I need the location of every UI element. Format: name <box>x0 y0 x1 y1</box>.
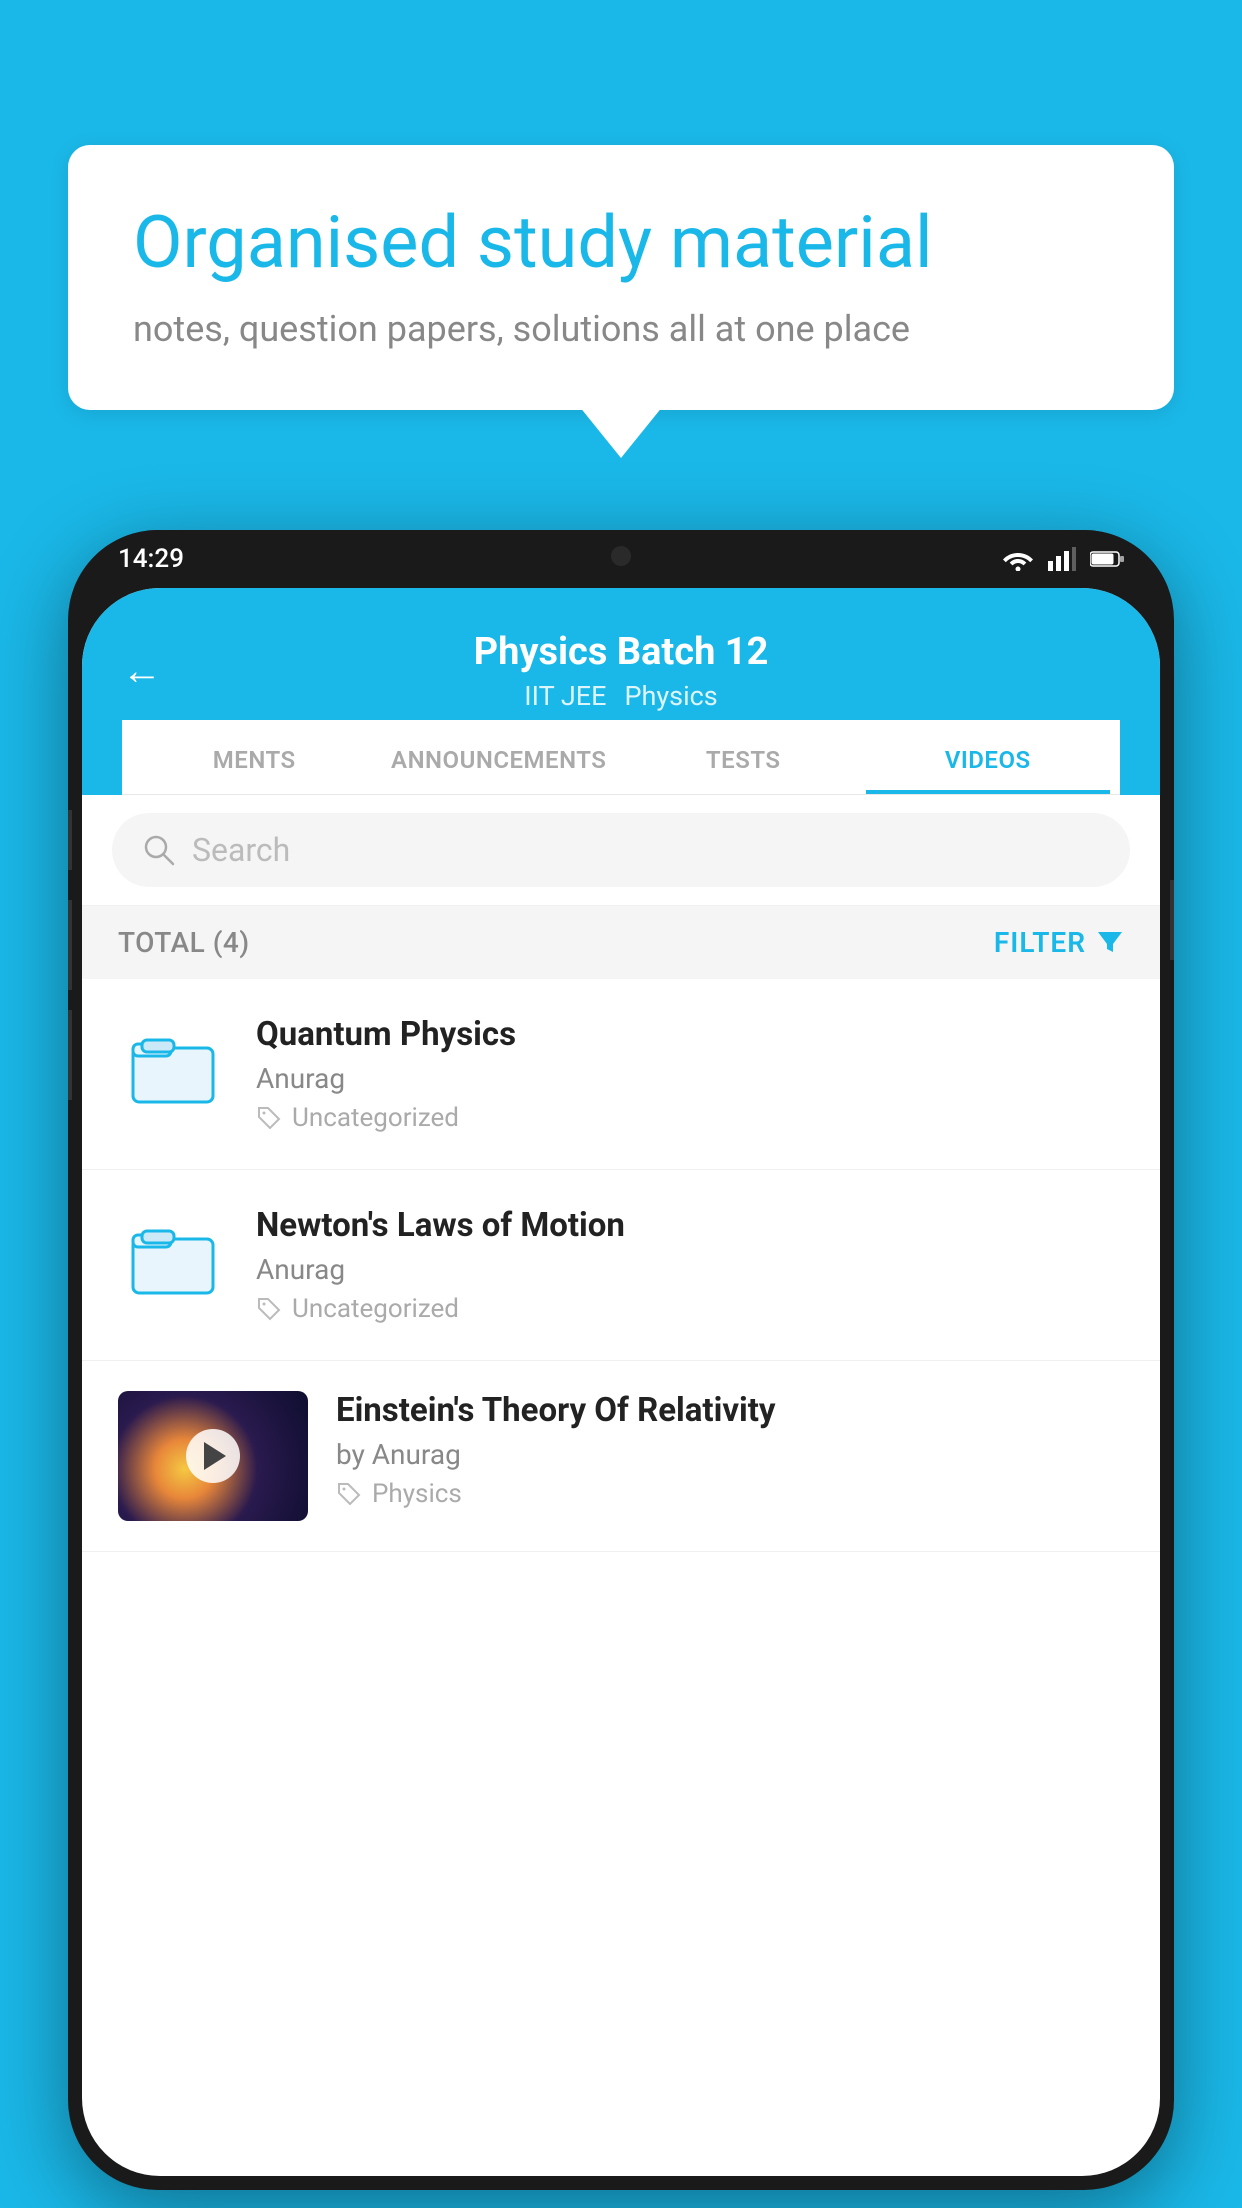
newton-tag-text: Uncategorized <box>292 1294 459 1324</box>
einstein-info: Einstein's Theory Of Relativity by Anura… <box>336 1391 1124 1509</box>
tab-videos[interactable]: VIDEOS <box>866 720 1111 794</box>
mute-button <box>68 810 72 870</box>
video-item-quantum[interactable]: Quantum Physics Anurag Uncategorized <box>82 979 1160 1170</box>
filter-button[interactable]: FILTER <box>994 926 1124 959</box>
thumbnail-bg <box>118 1391 308 1521</box>
tag-icon-quantum <box>256 1105 282 1131</box>
video-item-newton[interactable]: Newton's Laws of Motion Anurag Uncategor… <box>82 1170 1160 1361</box>
bubble-subtitle: notes, question papers, solutions all at… <box>133 308 1109 350</box>
video-list: Quantum Physics Anurag Uncategorized <box>82 979 1160 1552</box>
tag-icon-newton <box>256 1296 282 1322</box>
phone-screen: ← Physics Batch 12 IIT JEE Physics MENTS… <box>82 588 1160 2176</box>
quantum-author: Anurag <box>256 1062 1124 1095</box>
video-item-einstein[interactable]: Einstein's Theory Of Relativity by Anura… <box>82 1361 1160 1552</box>
einstein-tag-text: Physics <box>372 1479 462 1509</box>
einstein-author: by Anurag <box>336 1438 1124 1471</box>
tag-physics: Physics <box>624 680 717 712</box>
wifi-icon <box>1002 547 1034 571</box>
power-button <box>1170 880 1174 960</box>
phone-frame: 14:29 <box>68 530 1174 2190</box>
quantum-thumb <box>118 1015 228 1125</box>
tabs-bar: MENTS ANNOUNCEMENTS TESTS VIDEOS <box>122 720 1120 795</box>
total-count: TOTAL (4) <box>118 926 250 959</box>
battery-icon <box>1090 550 1124 568</box>
quantum-tag: Uncategorized <box>256 1103 1124 1133</box>
volume-up-button <box>68 900 72 990</box>
header-subtitle: IIT JEE Physics <box>474 680 769 712</box>
folder-icon-newton <box>128 1216 218 1306</box>
newton-info: Newton's Laws of Motion Anurag Uncategor… <box>256 1206 1124 1324</box>
app-header: ← Physics Batch 12 IIT JEE Physics MENTS… <box>82 588 1160 795</box>
quantum-title: Quantum Physics <box>256 1015 1124 1054</box>
notch <box>541 530 701 582</box>
speech-bubble: Organised study material notes, question… <box>68 145 1174 410</box>
filter-bar: TOTAL (4) FILTER <box>82 906 1160 979</box>
quantum-tag-text: Uncategorized <box>292 1103 459 1133</box>
quantum-info: Quantum Physics Anurag Uncategorized <box>256 1015 1124 1133</box>
volume-down-button <box>68 1010 72 1100</box>
folder-icon-quantum <box>128 1025 218 1115</box>
newton-thumb <box>118 1206 228 1316</box>
play-triangle-icon <box>204 1442 226 1470</box>
tab-announcements[interactable]: ANNOUNCEMENTS <box>377 720 622 794</box>
status-icons <box>1002 547 1124 571</box>
back-button[interactable]: ← <box>122 647 162 694</box>
play-button[interactable] <box>186 1429 240 1483</box>
camera-dot <box>611 546 631 566</box>
newton-title: Newton's Laws of Motion <box>256 1206 1124 1245</box>
einstein-thumbnail <box>118 1391 308 1521</box>
signal-icon <box>1048 547 1076 571</box>
bubble-title: Organised study material <box>133 200 1109 286</box>
tag-icon-einstein <box>336 1481 362 1507</box>
filter-label: FILTER <box>994 926 1086 959</box>
filter-funnel-icon <box>1096 928 1124 956</box>
search-placeholder: Search <box>192 831 290 869</box>
status-time: 14:29 <box>118 544 184 574</box>
tab-tests[interactable]: TESTS <box>621 720 866 794</box>
tab-ments[interactable]: MENTS <box>132 720 377 794</box>
search-bar[interactable]: Search <box>112 813 1130 887</box>
einstein-tag: Physics <box>336 1479 1124 1509</box>
search-icon <box>142 833 176 867</box>
tag-iitjee: IIT JEE <box>524 680 606 712</box>
newton-tag: Uncategorized <box>256 1294 1124 1324</box>
header-title-group: Physics Batch 12 IIT JEE Physics <box>474 630 769 712</box>
batch-title: Physics Batch 12 <box>474 630 769 676</box>
einstein-title: Einstein's Theory Of Relativity <box>336 1391 1124 1430</box>
newton-author: Anurag <box>256 1253 1124 1286</box>
search-container: Search <box>82 795 1160 906</box>
